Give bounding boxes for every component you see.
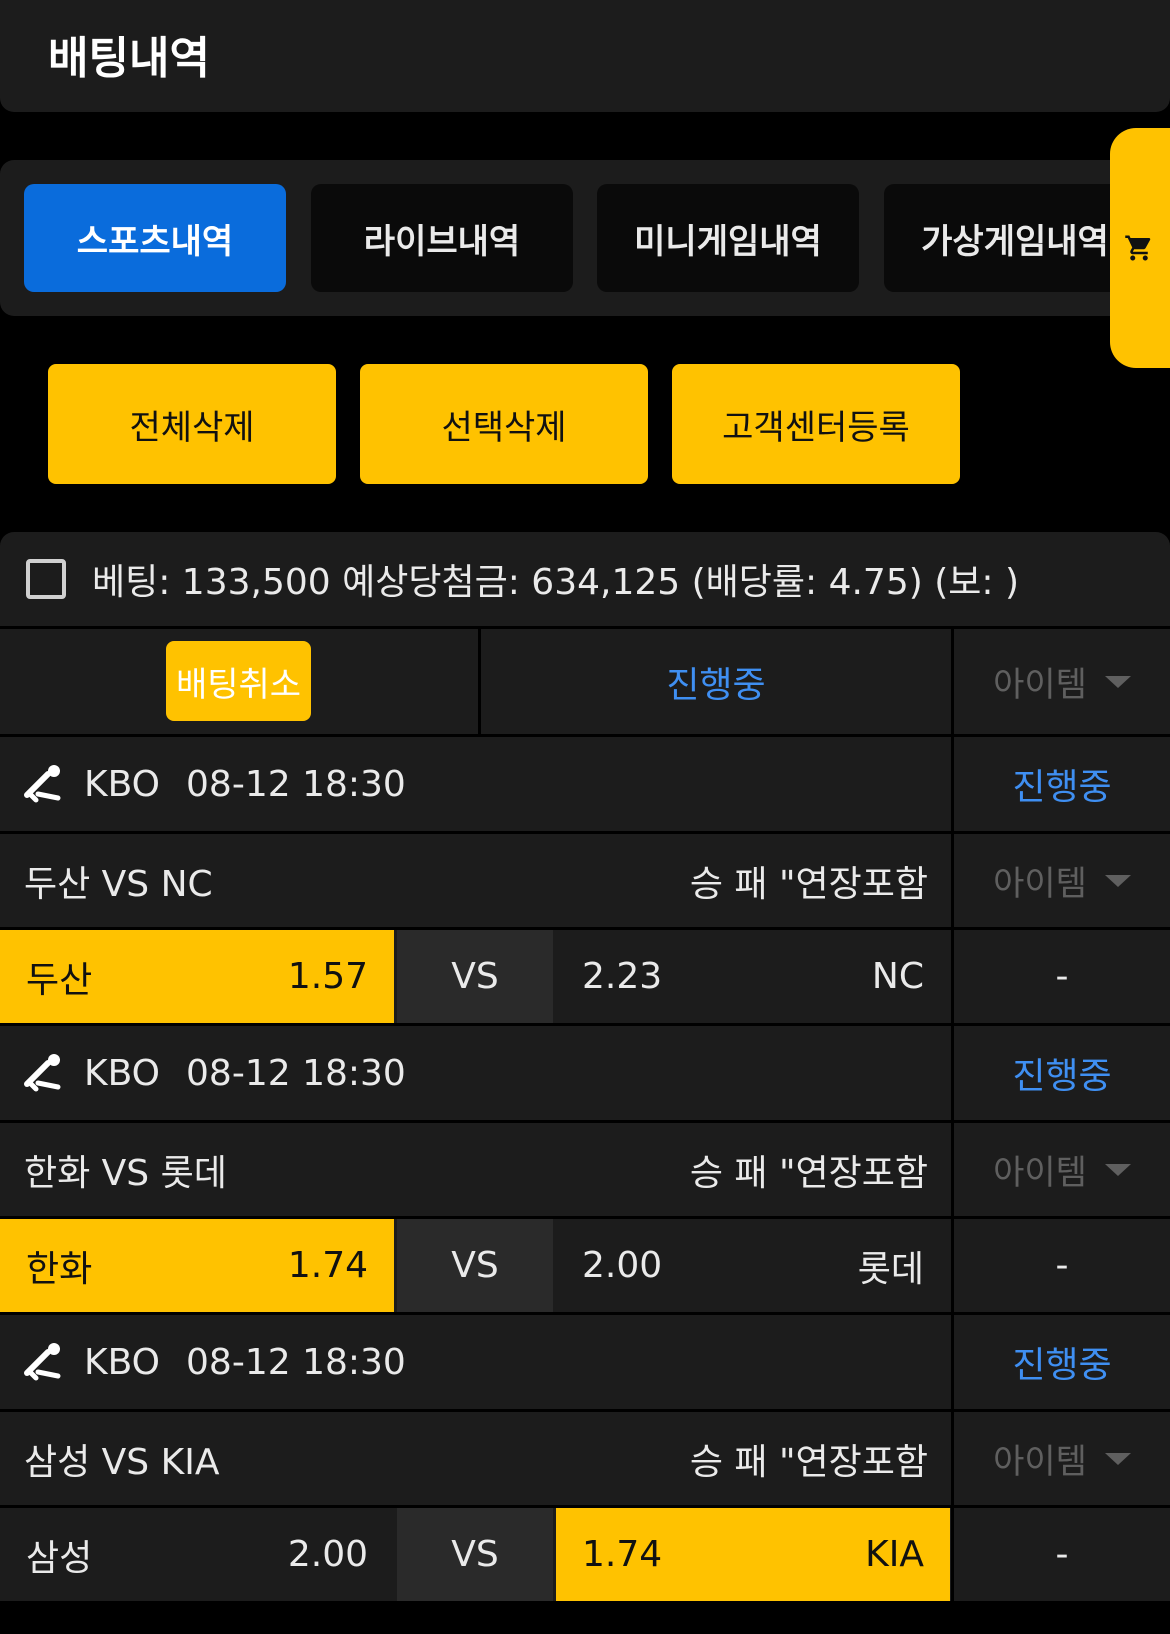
home-odds: 1.57	[287, 956, 368, 997]
cancel-bet-button[interactable]: 배팅취소	[166, 641, 311, 721]
league-info: KBO 08-12 18:30	[22, 1315, 406, 1409]
game-match-row: 삼성 VS KIA 승 패 "연장포함 아이템	[0, 1409, 1170, 1505]
away-odds-button[interactable]: 2.00 롯데	[556, 1219, 950, 1312]
market-name: 승 패 "연장포함	[689, 1152, 928, 1194]
item-dropdown-label: 아이템	[993, 1442, 1087, 1482]
game-odds-row: 두산 1.57 VS 2.23 NC -	[0, 927, 1170, 1023]
tab-virtual[interactable]: 가상게임내역	[884, 184, 1146, 292]
chevron-down-icon	[1104, 1452, 1131, 1465]
item-dropdown-label: 아이템	[993, 864, 1087, 904]
game-odds-row: 삼성 2.00 VS 1.74 KIA -	[0, 1505, 1170, 1601]
result-value: -	[1055, 956, 1069, 997]
page-title: 배팅내역	[48, 33, 210, 84]
game-league-row: KBO 08-12 18:30 진행중	[0, 1312, 1170, 1409]
chevron-down-icon	[1104, 1163, 1131, 1176]
result-value: -	[1055, 1245, 1069, 1286]
home-odds-button[interactable]: 한화 1.74	[0, 1219, 394, 1312]
bet-status-row: 배팅취소 진행중 아이템	[0, 626, 1170, 734]
game-status: 진행중	[1012, 1056, 1112, 1097]
vs-label: VS	[397, 1508, 553, 1601]
game-status: 진행중	[1012, 767, 1112, 808]
cart-icon	[1125, 235, 1151, 261]
away-odds-button[interactable]: 1.74 KIA	[556, 1508, 950, 1601]
item-dropdown[interactable]: 아이템	[954, 1123, 1170, 1216]
away-odds: 1.74	[582, 1534, 663, 1575]
item-dropdown-label: 아이템	[993, 1153, 1087, 1193]
league-name: KBO	[84, 763, 161, 805]
home-team: 한화	[26, 1248, 93, 1290]
tab-minigame[interactable]: 미니게임내역	[597, 184, 859, 292]
match-name: 삼성 VS KIA	[24, 1441, 220, 1483]
baseball-icon	[24, 1343, 61, 1381]
history-tabbar: 스포츠내역 라이브내역 미니게임내역 가상게임내역	[0, 160, 1170, 316]
page-header: 배팅내역	[0, 0, 1170, 112]
baseball-icon	[24, 765, 61, 803]
select-checkbox[interactable]	[26, 559, 66, 599]
market-name: 승 패 "연장포함	[689, 863, 928, 905]
away-odds: 2.00	[582, 1245, 663, 1286]
home-odds-button[interactable]: 두산 1.57	[0, 930, 394, 1023]
game-odds-row: 한화 1.74 VS 2.00 롯데 -	[0, 1216, 1170, 1312]
result-value: -	[1055, 1534, 1069, 1575]
baseball-icon	[24, 1054, 61, 1092]
bet-status: 진행중	[666, 664, 766, 706]
bet-summary: 베팅: 133,500 예상당첨금: 634,125 (배당률: 4.75) (…	[0, 532, 1170, 626]
game-league-row: KBO 08-12 18:30 진행중	[0, 1023, 1170, 1120]
home-team: 두산	[26, 959, 93, 1001]
league-name: KBO	[84, 1052, 161, 1094]
game-datetime: 08-12 18:30	[186, 763, 406, 805]
summary-text: 베팅: 133,500 예상당첨금: 634,125 (배당률: 4.75) (…	[92, 562, 1020, 603]
league-info: KBO 08-12 18:30	[22, 1026, 406, 1120]
vs-label: VS	[397, 930, 553, 1023]
cart-button[interactable]	[1110, 128, 1170, 368]
league-name: KBO	[84, 1341, 161, 1383]
league-info: KBO 08-12 18:30	[22, 737, 406, 831]
item-dropdown[interactable]: 아이템	[954, 629, 1170, 734]
home-odds: 1.74	[287, 1245, 368, 1286]
item-dropdown[interactable]: 아이템	[954, 1412, 1170, 1505]
home-team: 삼성	[26, 1537, 93, 1579]
chevron-down-icon	[1104, 874, 1131, 887]
away-odds: 2.23	[582, 956, 663, 997]
away-odds-button[interactable]: 2.23 NC	[556, 930, 950, 1023]
match-name: 한화 VS 롯데	[24, 1152, 227, 1194]
delete-selected-button[interactable]: 선택삭제	[360, 364, 648, 484]
game-datetime: 08-12 18:30	[186, 1052, 406, 1094]
game-status: 진행중	[1012, 1345, 1112, 1386]
item-dropdown-label: 아이템	[993, 665, 1087, 705]
tab-sports[interactable]: 스포츠내역	[24, 184, 286, 292]
vs-label: VS	[397, 1219, 553, 1312]
away-team: NC	[871, 956, 924, 997]
item-dropdown[interactable]: 아이템	[954, 834, 1170, 927]
delete-all-button[interactable]: 전체삭제	[48, 364, 336, 484]
game-league-row: KBO 08-12 18:30 진행중	[0, 734, 1170, 831]
tab-live[interactable]: 라이브내역	[311, 184, 573, 292]
away-team: KIA	[865, 1534, 924, 1575]
home-odds-button[interactable]: 삼성 2.00	[0, 1508, 394, 1601]
game-match-row: 두산 VS NC 승 패 "연장포함 아이템	[0, 831, 1170, 927]
game-match-row: 한화 VS 롯데 승 패 "연장포함 아이템	[0, 1120, 1170, 1216]
market-name: 승 패 "연장포함	[689, 1441, 928, 1483]
away-team: 롯데	[857, 1248, 924, 1290]
register-support-button[interactable]: 고객센터등록	[672, 364, 960, 484]
chevron-down-icon	[1104, 675, 1131, 688]
game-datetime: 08-12 18:30	[186, 1341, 406, 1383]
home-odds: 2.00	[287, 1534, 368, 1575]
match-name: 두산 VS NC	[24, 863, 213, 905]
